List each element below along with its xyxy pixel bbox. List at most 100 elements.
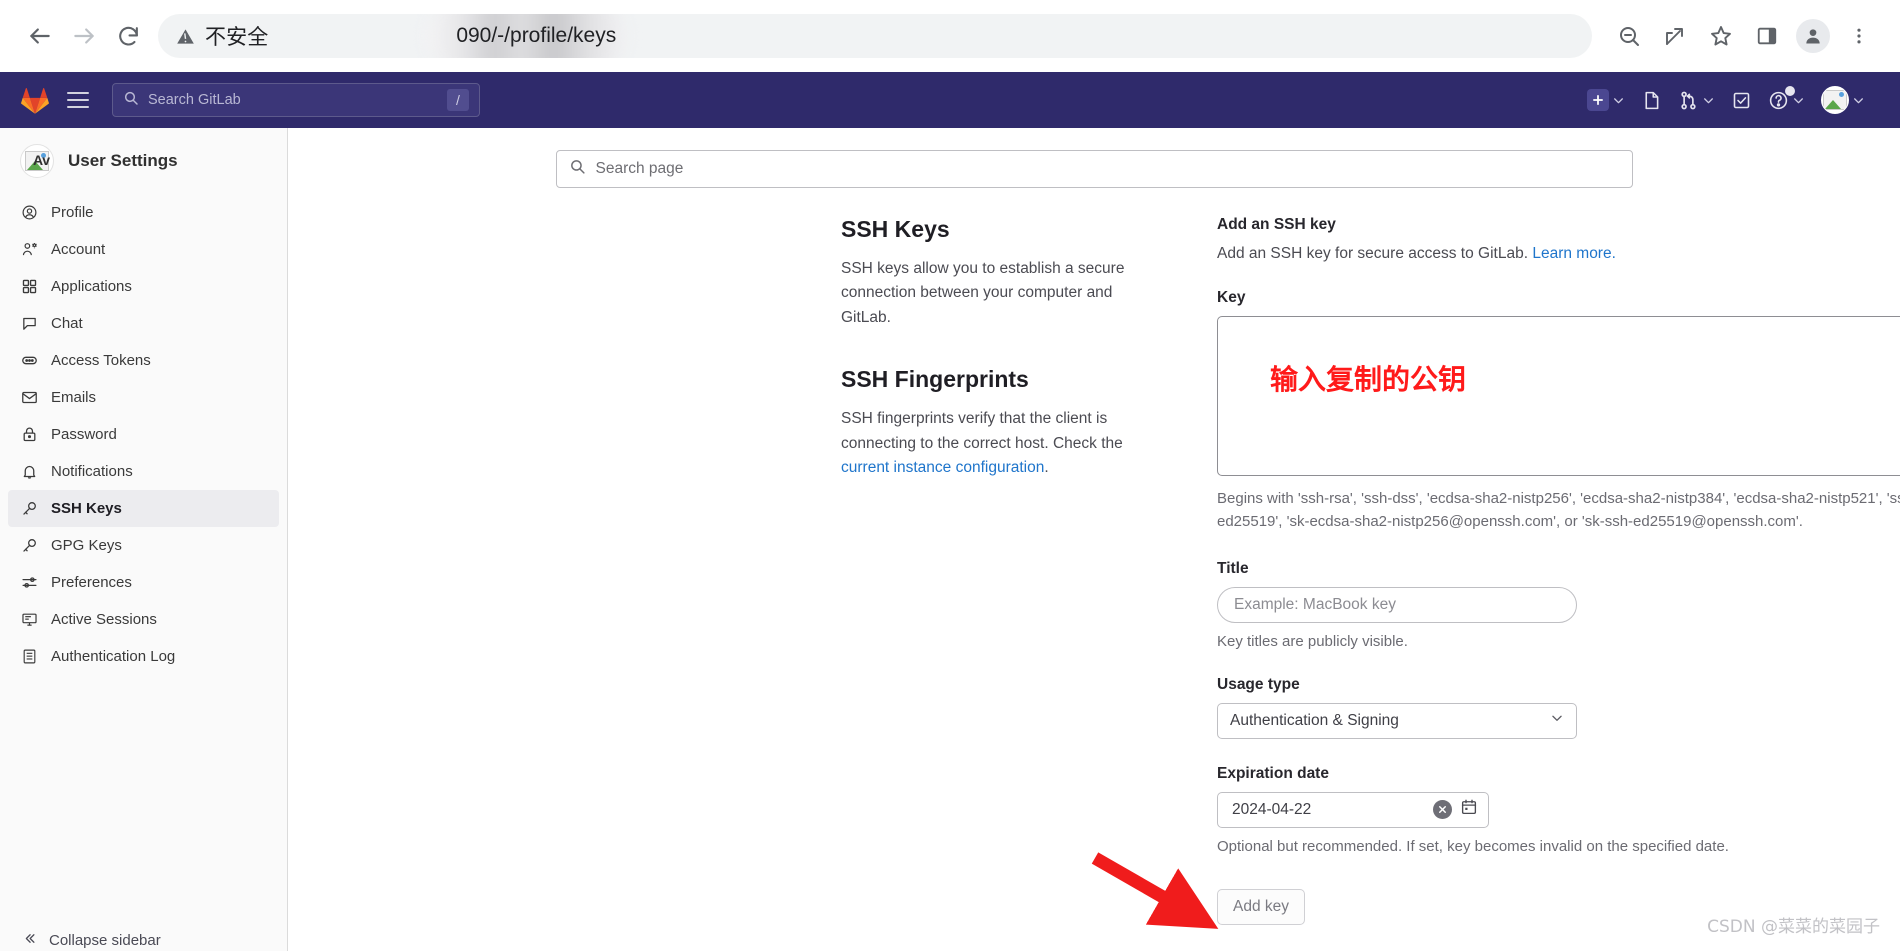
share-icon[interactable]	[1652, 14, 1698, 58]
account-gear-icon	[20, 241, 38, 259]
user-settings-sidebar: Av User Settings Profile Account Applica…	[0, 128, 288, 951]
sidebar-item-label: Chat	[51, 315, 83, 332]
usage-type-select[interactable]: Authentication & Signing	[1217, 702, 1577, 739]
avatar-alt-text: Av	[33, 152, 50, 168]
search-icon	[123, 90, 139, 110]
url-text: 090/-/profile/keys	[456, 24, 617, 47]
add-key-button[interactable]: Add key	[1217, 888, 1305, 925]
help-notification-dot	[1785, 86, 1795, 96]
ssh-fingerprints-heading: SSH Fingerprints	[841, 366, 1029, 393]
key-help-text: Begins with 'ssh-rsa', 'ssh-dss', 'ecdsa…	[1217, 490, 1900, 531]
key-field-group: Key 输入复制的公钥 Begins with 'ssh-rsa', 'ssh-…	[1217, 289, 1900, 534]
sidebar-item-access-tokens[interactable]: Access Tokens	[8, 342, 279, 379]
form-description-text: Add an SSH key for secure access to GitL…	[1217, 245, 1533, 262]
bookmark-star-icon[interactable]	[1698, 14, 1744, 58]
back-button[interactable]	[18, 14, 62, 58]
sidebar-item-active-sessions[interactable]: Active Sessions	[8, 601, 279, 638]
chevron-down-icon	[1792, 94, 1805, 107]
form-heading: Add an SSH key	[1217, 216, 1336, 233]
chevron-down-icon	[1852, 94, 1865, 107]
create-new-icon[interactable]	[1580, 81, 1632, 119]
chevron-down-icon	[1550, 711, 1564, 730]
bell-icon	[20, 463, 38, 481]
add-ssh-key-form: Add an SSH key Add an SSH key for secure…	[1091, 216, 1900, 935]
lock-icon	[20, 426, 38, 444]
expiration-date-group: Expiration date 2024-04-22 Optional but …	[1217, 765, 1900, 855]
side-panel-icon[interactable]	[1744, 14, 1790, 58]
title-field-group: Title Example: MacBook key Key titles ar…	[1217, 560, 1900, 650]
access-token-icon	[20, 352, 38, 370]
sidebar-item-label: Account	[51, 241, 106, 258]
sidebar-item-label: Applications	[51, 278, 132, 295]
search-shortcut-badge: /	[447, 89, 469, 111]
sidebar-item-authentication-log[interactable]: Authentication Log	[8, 638, 279, 675]
broken-image-icon	[1823, 90, 1847, 110]
sidebar-item-notifications[interactable]: Notifications	[8, 453, 279, 490]
navbar-right-actions	[1580, 81, 1886, 119]
learn-more-link[interactable]: Learn more.	[1532, 245, 1616, 262]
ssh-keys-heading: SSH Keys	[841, 216, 950, 242]
expiration-date-input[interactable]: 2024-04-22	[1217, 791, 1489, 828]
collapse-sidebar-button[interactable]: Collapse sidebar	[0, 921, 287, 951]
title-placeholder: Example: MacBook key	[1234, 595, 1396, 613]
sidebar-item-label: Authentication Log	[51, 648, 176, 665]
gitlab-top-navbar: Search GitLab /	[0, 72, 1900, 128]
applications-grid-icon	[20, 278, 38, 296]
hamburger-menu-icon[interactable]	[56, 80, 100, 120]
sidebar-item-label: SSH Keys	[51, 500, 122, 517]
zoom-out-icon[interactable]	[1606, 14, 1652, 58]
help-icon[interactable]	[1761, 81, 1812, 119]
sidebar-header: Av User Settings	[0, 134, 287, 192]
user-circle-icon	[20, 204, 38, 222]
page-body: Av User Settings Profile Account Applica…	[0, 128, 1900, 951]
key-icon	[20, 537, 38, 555]
avatar: Av	[20, 144, 54, 178]
gitlab-search-input[interactable]: Search GitLab /	[112, 83, 480, 117]
browser-profile-avatar[interactable]	[1796, 19, 1830, 53]
reload-button[interactable]	[106, 14, 150, 58]
sidebar-item-ssh-keys[interactable]: SSH Keys	[8, 490, 279, 527]
clear-x-icon[interactable]	[1433, 800, 1452, 819]
three-dot-menu-icon[interactable]	[1836, 14, 1882, 58]
issues-icon[interactable]	[1634, 81, 1669, 119]
sidebar-item-label: Profile	[51, 204, 94, 221]
usage-type-group: Usage type Authentication & Signing	[1217, 676, 1900, 739]
sidebar-item-gpg-keys[interactable]: GPG Keys	[8, 527, 279, 564]
log-list-icon	[20, 648, 38, 666]
chat-bubble-icon	[20, 315, 38, 333]
sidebar-item-password[interactable]: Password	[8, 416, 279, 453]
sliders-icon	[20, 574, 38, 592]
calendar-icon[interactable]	[1460, 798, 1478, 821]
sidebar-item-profile[interactable]: Profile	[8, 194, 279, 231]
todos-icon[interactable]	[1724, 81, 1759, 119]
search-icon	[569, 158, 586, 180]
info-column: SSH Keys SSH keys allow you to establish…	[841, 216, 1153, 935]
gitlab-search-placeholder: Search GitLab	[148, 92, 241, 108]
browser-toolbar: 不安全 090/-/profile/keys	[0, 0, 1900, 72]
sidebar-item-preferences[interactable]: Preferences	[8, 564, 279, 601]
key-textarea[interactable]: 输入复制的公钥	[1217, 316, 1900, 476]
sidebar-item-emails[interactable]: Emails	[8, 379, 279, 416]
forward-button[interactable]	[62, 14, 106, 58]
sidebar-item-label: Preferences	[51, 574, 132, 591]
browser-action-icons	[1606, 14, 1882, 58]
chevron-down-icon	[1612, 94, 1625, 107]
csdn-watermark: CSDN @菜菜的菜园子	[1707, 917, 1880, 937]
sidebar-item-chat[interactable]: Chat	[8, 305, 279, 342]
title-input[interactable]: Example: MacBook key	[1217, 586, 1577, 623]
sidebar-item-account[interactable]: Account	[8, 231, 279, 268]
sidebar-item-applications[interactable]: Applications	[8, 268, 279, 305]
key-icon	[20, 500, 38, 518]
insecure-warning-icon	[176, 27, 195, 46]
user-avatar-icon[interactable]	[1814, 81, 1872, 119]
title-label: Title	[1217, 559, 1249, 577]
address-bar[interactable]: 不安全 090/-/profile/keys	[158, 14, 1592, 58]
search-page-input[interactable]: Search page	[555, 150, 1633, 188]
merge-requests-icon[interactable]	[1671, 81, 1722, 119]
ssh-keys-description: SSH keys allow you to establish a secure…	[841, 260, 1125, 326]
sidebar-item-label: Active Sessions	[51, 611, 157, 628]
current-instance-configuration-link[interactable]: current instance configuration	[841, 459, 1044, 476]
fingerprints-desc-pre: SSH fingerprints verify that the client …	[841, 410, 1123, 452]
envelope-icon	[20, 389, 38, 407]
gitlab-fox-logo[interactable]	[14, 87, 56, 114]
